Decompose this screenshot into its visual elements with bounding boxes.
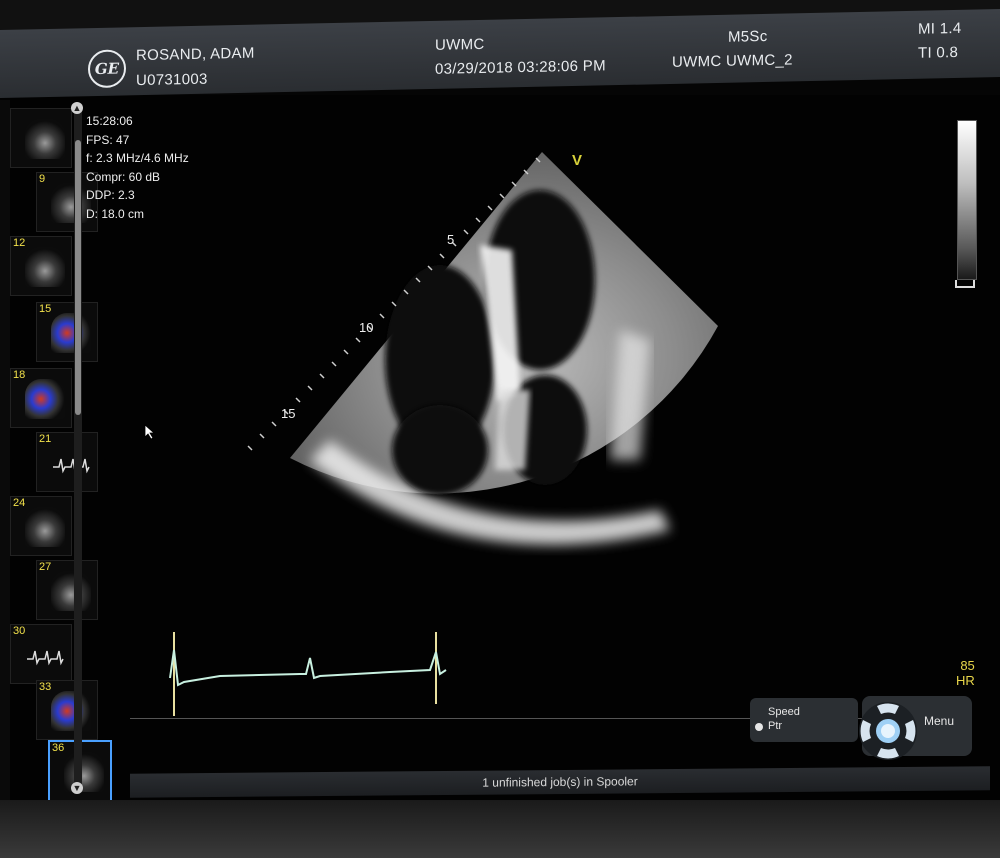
heart-rate-value: 85 xyxy=(960,658,975,673)
thumbnail-number: 12 xyxy=(13,237,26,249)
param-ddp: DDP: 2.3 xyxy=(86,188,135,202)
menu-label: Menu xyxy=(924,714,955,728)
thumbnail-image xyxy=(25,635,65,675)
grayscale-bar xyxy=(957,120,977,280)
thumbnail-number: 21 xyxy=(39,433,52,445)
patient-id: U0731003 xyxy=(136,70,208,90)
depth-label-10: 10 xyxy=(359,320,374,335)
grayscale-bar-bracket xyxy=(955,280,975,288)
param-time: 15:28:06 xyxy=(86,114,133,128)
depth-label-5: 5 xyxy=(447,232,455,247)
thumbnail-number: 24 xyxy=(13,497,26,509)
thumbnail-image xyxy=(51,313,91,353)
param-compression: Compr: 60 dB xyxy=(86,169,161,184)
thumbnail-item[interactable]: 33 xyxy=(36,680,98,740)
thumbnail-item[interactable]: 15 xyxy=(36,302,98,362)
trackball-dpad-icon[interactable] xyxy=(857,700,919,762)
heart-rate-readout: 85 HR xyxy=(956,658,975,688)
mouse-pointer-icon xyxy=(144,424,156,440)
thumbnail-strip-edge xyxy=(0,100,10,800)
thumbnail-image xyxy=(51,571,91,611)
thumbnail-number: 9 xyxy=(39,173,46,185)
thumbnail-number: 27 xyxy=(39,561,52,573)
ecg-trace xyxy=(169,632,447,716)
thumbnail-item[interactable]: 21 xyxy=(36,432,98,492)
thumbnail-item[interactable]: 18 xyxy=(10,368,72,428)
thumbnail-image xyxy=(25,119,65,159)
monitor-bezel-bottom xyxy=(0,800,1000,858)
thumbnail-image xyxy=(51,183,91,223)
thumbnail-number: 33 xyxy=(39,681,52,693)
depth-label-15: 15 xyxy=(281,406,296,421)
heart-rate-label: HR xyxy=(956,673,975,688)
param-frequency: f: 2.3 MHz/4.6 MHz xyxy=(86,151,189,165)
thumbnail-image xyxy=(25,247,65,287)
thumbnail-image xyxy=(51,691,91,731)
thermal-index: TI 0.8 xyxy=(918,43,959,62)
thumbnail-item[interactable]: 24 xyxy=(10,496,72,556)
param-fps: FPS: 47 xyxy=(86,132,130,147)
thumbnail-number: 18 xyxy=(13,369,26,381)
echo-sector-image xyxy=(247,152,718,545)
institution-name: UWMC xyxy=(435,35,485,54)
speed-label: Speed xyxy=(768,706,800,718)
scrollbar-thumb[interactable] xyxy=(75,140,81,415)
thumbnail-number: 36 xyxy=(52,742,65,754)
thumbnail-image xyxy=(25,507,65,547)
thumbnail-item[interactable]: 30 xyxy=(10,624,72,684)
thumbnail-number: 30 xyxy=(13,625,26,637)
param-depth: D: 18.0 cm xyxy=(86,206,145,221)
right-atrium xyxy=(392,405,488,495)
exam-datetime: 03/29/2018 03:28:06 PM xyxy=(435,57,606,78)
thumbnail-item[interactable]: 27 xyxy=(36,560,98,620)
thumbnail-image xyxy=(25,379,65,419)
scroll-down-icon[interactable]: ▼ xyxy=(71,782,83,794)
thumbnail-image xyxy=(51,443,91,483)
ptr-radio-icon[interactable] xyxy=(755,723,763,731)
patient-name: ROSAND, ADAM xyxy=(136,44,255,65)
ptr-label: Ptr xyxy=(768,720,783,732)
ge-logo: GE xyxy=(88,49,126,89)
acquisition-parameters: 15:28:06 FPS: 47 f: 2.3 MHz/4.6 MHz Compr: … xyxy=(86,112,189,223)
station-name: UWMC UWMC_2 xyxy=(672,51,793,71)
orientation-marker: V xyxy=(572,152,583,169)
thumbnail-image xyxy=(64,752,104,792)
speed-control[interactable]: Speed Ptr xyxy=(750,698,858,742)
mechanical-index: MI 1.4 xyxy=(918,19,962,38)
scroll-up-icon[interactable]: ▲ xyxy=(71,102,83,114)
thumbnail-item[interactable]: 12 xyxy=(10,236,72,296)
thumbnail-item[interactable] xyxy=(10,108,72,168)
thumbnail-number: 15 xyxy=(39,303,52,315)
probe-name: M5Sc xyxy=(728,27,768,46)
